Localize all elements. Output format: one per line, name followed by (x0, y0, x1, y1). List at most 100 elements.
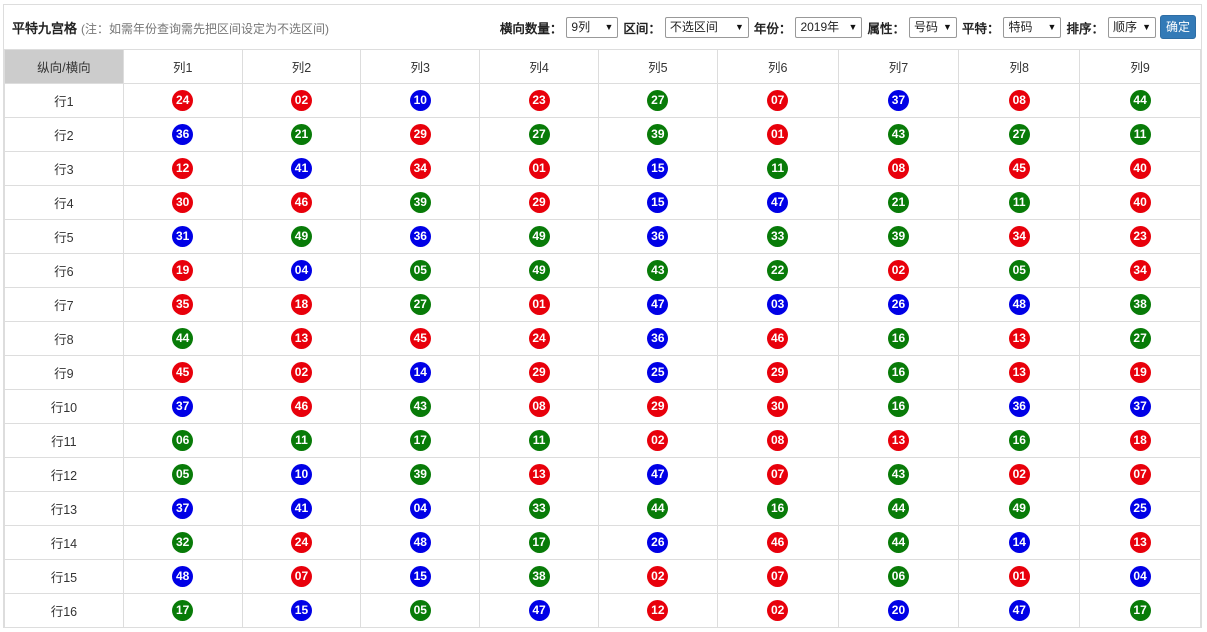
row-label: 行6 (4, 253, 124, 288)
grid-cell: 48 (958, 287, 1081, 322)
grid-cell: 17 (360, 423, 481, 458)
number-ball: 19 (172, 260, 194, 281)
number-ball: 11 (1129, 124, 1151, 145)
number-ball: 07 (290, 566, 312, 587)
number-ball: 15 (647, 192, 669, 213)
grid-cell: 06 (122, 423, 243, 458)
grid-cell: 29 (597, 389, 718, 424)
grid-cell: 45 (360, 321, 481, 356)
grid-cell: 22 (716, 253, 839, 288)
number-ball: 26 (887, 294, 909, 315)
attribute-select[interactable]: 号码 ▼ (908, 16, 957, 38)
grid-cell: 02 (241, 83, 362, 118)
grid-cell: 04 (241, 253, 362, 288)
table-row: 行13 37 41 04 33 44 16 44 49 25 (4, 491, 1201, 526)
grid-cell: 43 (597, 253, 718, 288)
number-ball: 47 (528, 600, 550, 621)
number-ball: 08 (887, 158, 909, 179)
grid-cell: 23 (479, 83, 599, 118)
number-ball: 38 (528, 566, 550, 587)
number-ball: 25 (647, 362, 669, 383)
grid-cell: 45 (958, 151, 1081, 186)
number-ball: 45 (1008, 158, 1030, 179)
number-ball: 27 (1008, 124, 1030, 145)
number-ball: 29 (647, 396, 669, 417)
attribute-label: 属性： (867, 21, 905, 36)
grid-cell: 27 (1079, 321, 1201, 356)
number-ball: 17 (1129, 600, 1151, 621)
number-ball: 46 (290, 396, 312, 417)
grid-cell: 49 (241, 219, 362, 254)
number-ball: 45 (409, 328, 431, 349)
number-ball: 02 (647, 566, 669, 587)
table-row: 行2 36 21 29 27 39 01 43 27 11 (4, 117, 1201, 152)
grid-cell: 02 (837, 253, 960, 288)
grid-cell: 27 (958, 117, 1081, 152)
number-ball: 02 (1008, 464, 1030, 485)
grid-cell: 37 (122, 389, 243, 424)
number-ball: 35 (172, 294, 194, 315)
column-header: 列7 (837, 49, 960, 84)
grid-cell: 49 (958, 491, 1081, 526)
number-ball: 48 (1008, 294, 1030, 315)
grid-cell: 04 (360, 491, 481, 526)
number-ball: 47 (647, 464, 669, 485)
range-select[interactable]: 不选区间 ▼ (664, 16, 749, 38)
number-ball: 37 (172, 396, 194, 417)
grid-cell: 36 (360, 219, 481, 254)
number-ball: 41 (290, 158, 312, 179)
sort-select[interactable]: 顺序 ▼ (1107, 16, 1156, 38)
grid-cell: 32 (122, 525, 243, 560)
grid-cell: 41 (241, 491, 362, 526)
chevron-down-icon: ▼ (1047, 21, 1057, 32)
grid-cell: 11 (241, 423, 362, 458)
year-select[interactable]: 2019年 ▼ (795, 16, 863, 38)
grid-cell: 08 (958, 83, 1081, 118)
confirm-button[interactable]: 确定 (1159, 15, 1196, 39)
grid-cell: 41 (241, 151, 362, 186)
year-label: 年份： (753, 21, 792, 36)
number-ball: 02 (887, 260, 909, 281)
grid-cell: 07 (716, 83, 839, 118)
grid-cell: 15 (360, 559, 481, 594)
grid-cell: 11 (958, 185, 1081, 220)
grid-cell: 02 (958, 457, 1081, 492)
grid-cell: 36 (122, 117, 243, 152)
grid-cell: 21 (837, 185, 960, 220)
number-ball: 47 (767, 192, 789, 213)
number-ball: 46 (767, 328, 789, 349)
grid-cell: 49 (479, 219, 599, 254)
number-ball: 16 (887, 396, 909, 417)
grid-cell: 01 (479, 151, 599, 186)
header-row: 纵向/横向 列1 列2 列3 列4 列5 列6 列7 列8 列9 (4, 49, 1201, 84)
number-ball: 31 (172, 226, 194, 247)
row-label: 行10 (4, 389, 124, 424)
grid-cell: 02 (716, 593, 839, 628)
grid-cell: 38 (479, 559, 599, 594)
attribute-value: 号码 (913, 19, 938, 34)
grid-cell: 35 (122, 287, 243, 322)
columns-count-select[interactable]: 9列 ▼ (566, 16, 619, 38)
number-ball: 12 (172, 158, 194, 179)
number-ball: 44 (887, 532, 909, 553)
number-ball: 49 (528, 260, 550, 281)
filter-bar: 横向数量： 9列 ▼ 区间： 不选区间 ▼ 年份： 2019年 ▼ 属性： 号码 ▼ 平… (495, 15, 1196, 39)
grid-cell: 16 (837, 321, 960, 356)
grid-cell: 02 (597, 559, 718, 594)
number-ball: 04 (1129, 566, 1151, 587)
number-ball: 16 (887, 362, 909, 383)
number-ball: 41 (290, 498, 312, 519)
grid-cell: 46 (241, 389, 362, 424)
columns-count-value: 9列 (571, 19, 591, 34)
number-ball: 39 (409, 464, 431, 485)
title-text: 平特九宫格 (12, 21, 78, 36)
grid-cell: 37 (837, 83, 960, 118)
number-ball: 18 (290, 294, 312, 315)
pingte-select[interactable]: 特码 ▼ (1003, 16, 1062, 38)
grid-cell: 12 (122, 151, 243, 186)
pingte-label: 平特： (961, 21, 1000, 36)
number-ball: 11 (1008, 192, 1030, 213)
number-grid-table: 纵向/横向 列1 列2 列3 列4 列5 列6 列7 列8 列9 行1 24 02 10 23 27 07 3… (4, 49, 1201, 628)
number-ball: 27 (1129, 328, 1151, 349)
number-ball: 01 (528, 294, 550, 315)
